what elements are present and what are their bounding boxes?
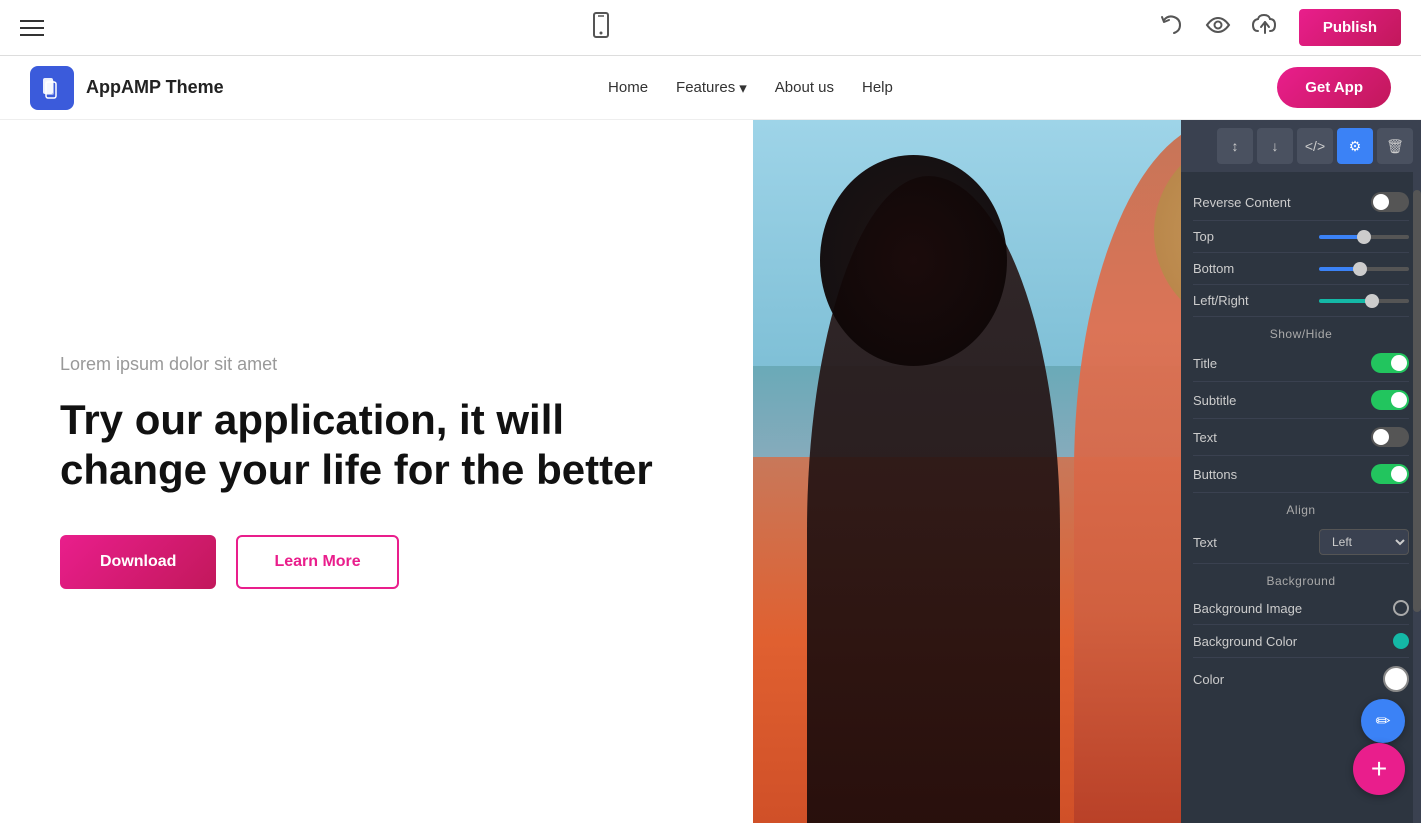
subtitle-toggle-slider [1371,390,1409,410]
background-header: Background [1193,564,1409,592]
floating-add-button[interactable]: + [1353,743,1405,795]
hero-left: Lorem ipsum dolor sit amet Try our appli… [0,120,753,823]
hamburger-icon[interactable] [20,20,44,36]
toolbar-left [20,20,44,36]
top-label: Top [1193,229,1214,244]
text-row: Text [1193,419,1409,456]
hero-title: Try our application, it will change your… [60,395,693,496]
logo-icon [30,66,74,110]
scrollbar[interactable] [1413,120,1421,823]
bottom-slider[interactable] [1319,267,1409,271]
top-toolbar: Publish [0,0,1421,56]
text-toggle[interactable] [1371,427,1409,447]
site-navbar: AppAMP Theme Home Features ▾ About us He… [0,56,1421,120]
nav-about[interactable]: About us [775,79,834,96]
bottom-label: Bottom [1193,261,1234,276]
bg-image-label: Background Image [1193,601,1302,616]
panel-toolbar: ↕ ↓ </> ⚙ 🗑 [1181,120,1421,172]
hero-subtitle: Lorem ipsum dolor sit amet [60,354,693,375]
toolbar-center [587,11,615,45]
text-align-select[interactable]: Left Center Right [1319,529,1409,555]
reverse-content-label: Reverse Content [1193,195,1291,210]
color-label: Color [1193,672,1224,687]
nav-home[interactable]: Home [608,79,648,96]
reverse-content-toggle-slider [1371,192,1409,212]
bottom-row: Bottom [1193,253,1409,285]
bg-color-radio[interactable] [1393,633,1409,649]
main-area: Lorem ipsum dolor sit amet Try our appli… [0,120,1421,823]
download-button[interactable]: Download [60,535,216,589]
leftright-label: Left/Right [1193,293,1249,308]
bg-image-radio[interactable] [1393,600,1409,616]
text-align-row: Text Left Center Right [1193,521,1409,564]
chevron-down-icon: ▾ [739,79,747,97]
download-tool-button[interactable]: ↓ [1257,128,1293,164]
buttons-row: Buttons [1193,456,1409,493]
nav-features[interactable]: Features ▾ [676,79,747,97]
color-swatch[interactable] [1383,666,1409,692]
leftright-slider[interactable] [1319,299,1409,303]
title-toggle-slider [1371,353,1409,373]
buttons-label: Buttons [1193,467,1237,482]
learn-more-button[interactable]: Learn More [236,535,398,589]
reverse-content-row: Reverse Content [1193,184,1409,221]
title-toggle[interactable] [1371,353,1409,373]
top-row: Top [1193,221,1409,253]
hero-buttons: Download Learn More [60,535,693,589]
leftright-row: Left/Right [1193,285,1409,317]
title-label: Title [1193,356,1217,371]
floating-edit-button[interactable]: ✏ [1361,699,1405,743]
nav-help[interactable]: Help [862,79,893,96]
publish-button[interactable]: Publish [1299,9,1401,46]
bg-image-row: Background Image [1193,592,1409,625]
settings-tool-button[interactable]: ⚙ [1337,128,1373,164]
phone-icon[interactable] [587,11,615,45]
code-tool-button[interactable]: </> [1297,128,1333,164]
show-hide-header: Show/Hide [1193,317,1409,345]
text-label: Text [1193,430,1217,445]
trash-tool-button[interactable]: 🗑 [1377,128,1413,164]
cloud-upload-icon[interactable] [1251,11,1279,45]
text-align-label: Text [1193,535,1217,550]
toolbar-right: Publish [1159,9,1401,46]
preview-icon[interactable] [1205,12,1231,44]
align-header: Align [1193,493,1409,521]
sort-tool-button[interactable]: ↕ [1217,128,1253,164]
reverse-content-toggle[interactable] [1371,192,1409,212]
bg-color-row: Background Color [1193,625,1409,658]
undo-icon[interactable] [1159,12,1185,44]
color-row: Color [1193,658,1409,700]
subtitle-row: Subtitle [1193,382,1409,419]
buttons-toggle-slider [1371,464,1409,484]
text-toggle-slider [1371,427,1409,447]
subtitle-label: Subtitle [1193,393,1236,408]
bg-color-label: Background Color [1193,634,1297,649]
site-logo: AppAMP Theme [30,66,224,110]
top-slider[interactable] [1319,235,1409,239]
get-app-button[interactable]: Get App [1277,67,1391,108]
subtitle-toggle[interactable] [1371,390,1409,410]
buttons-toggle[interactable] [1371,464,1409,484]
site-logo-name: AppAMP Theme [86,77,224,98]
site-nav: Home Features ▾ About us Help [608,79,893,97]
title-row: Title [1193,345,1409,382]
scroll-thumb [1413,190,1421,612]
